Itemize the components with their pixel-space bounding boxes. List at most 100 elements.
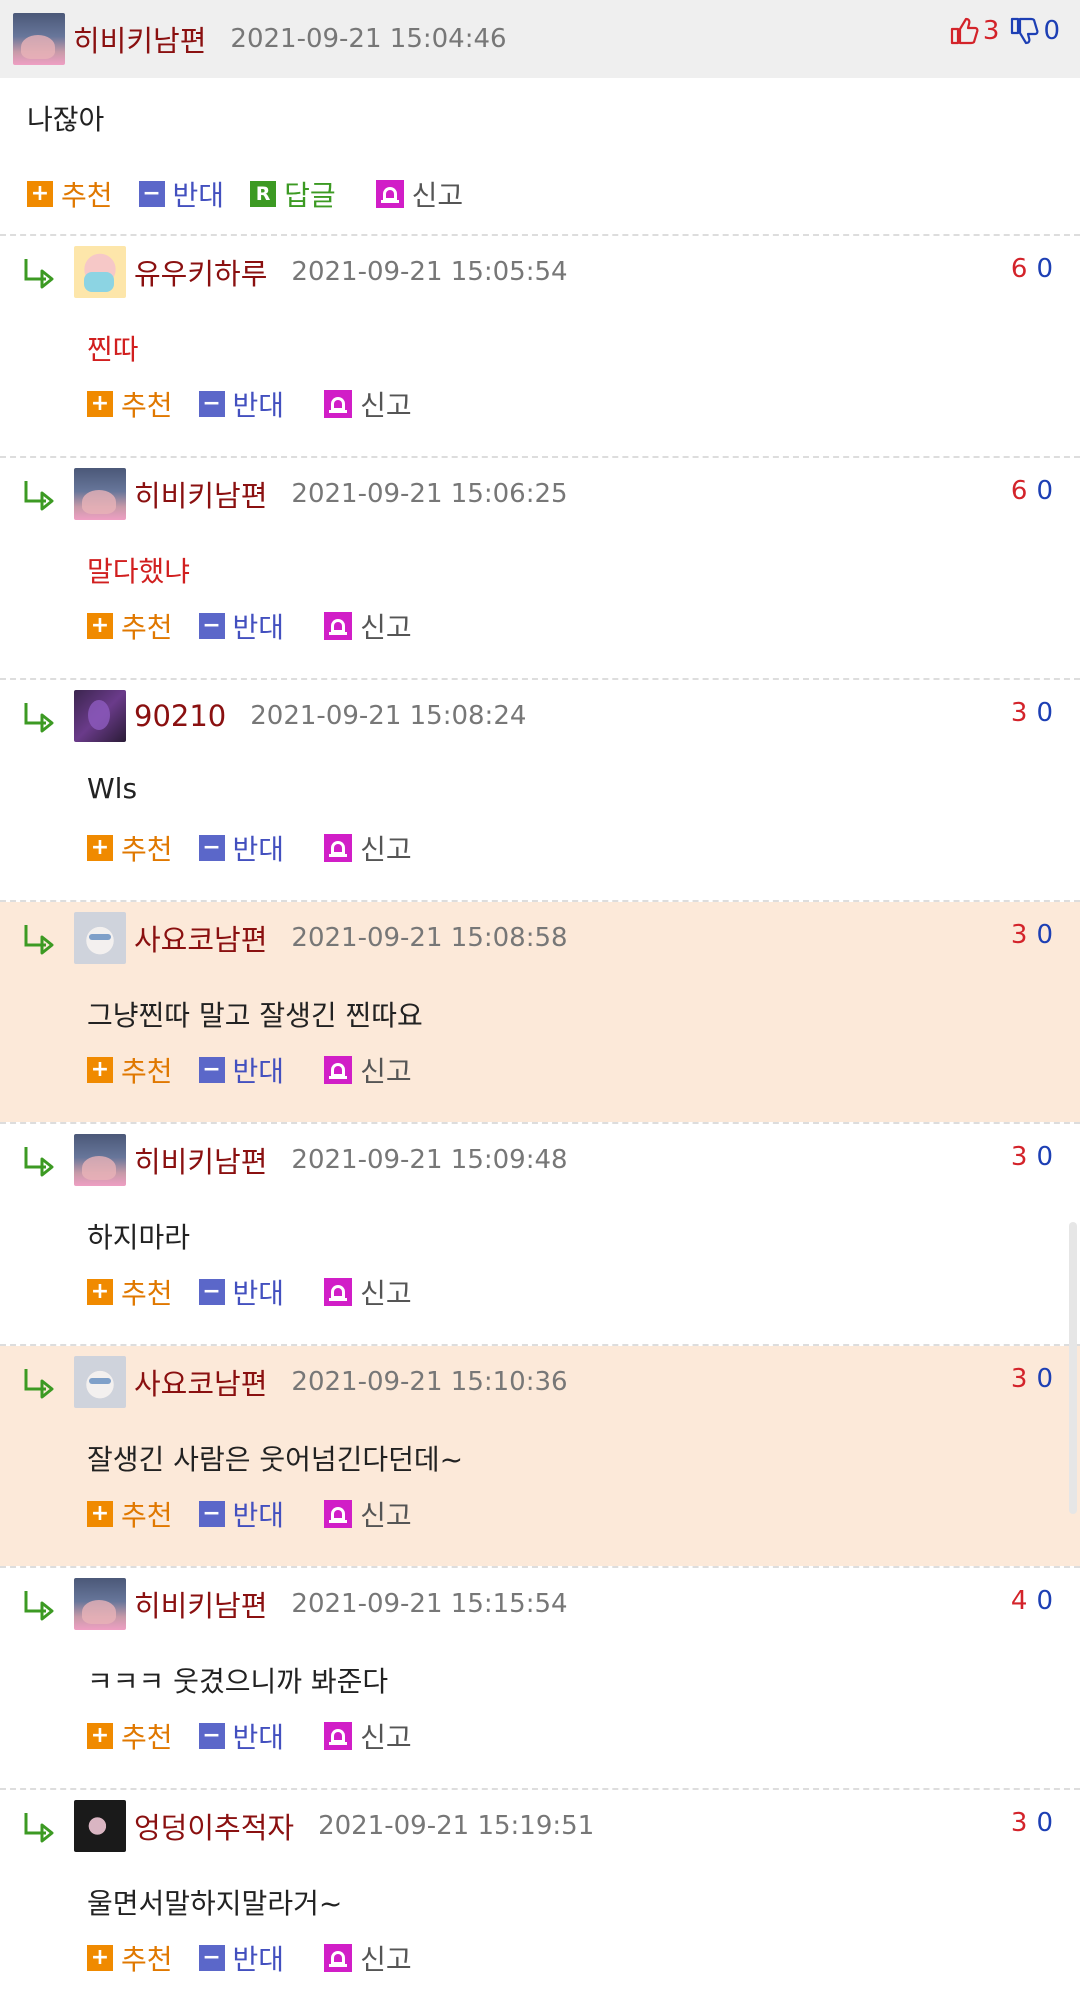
avatar[interactable] xyxy=(74,690,126,742)
report-label: 신고 xyxy=(360,1943,412,1976)
thumbs-down-icon[interactable] xyxy=(1009,16,1039,46)
report-button[interactable]: 신고 xyxy=(324,1494,412,1534)
nickname[interactable]: 유우키하루 xyxy=(134,251,267,293)
plus-icon: + xyxy=(87,1501,113,1527)
report-button[interactable]: 신고 xyxy=(324,1938,412,1978)
reply-item: 엉덩이추적자 2021-09-21 15:19:51 30 울면서말하지말라거~… xyxy=(0,1790,1080,2010)
recommend-button[interactable]: + 추천 xyxy=(87,384,173,424)
reply-arrow-icon xyxy=(24,1813,54,1843)
oppose-button[interactable]: − 반대 xyxy=(198,828,284,868)
comment-body: 찐따 xyxy=(87,333,139,366)
minus-icon: − xyxy=(198,1945,225,1971)
comment-actions: + 추천 − 반대 신고 xyxy=(87,1494,438,1534)
report-label: 신고 xyxy=(411,179,464,212)
reply-button[interactable]: R 답글 xyxy=(250,174,336,214)
oppose-button[interactable]: − 반대 xyxy=(198,384,284,424)
reply-list: 유우키하루 2021-09-21 15:05:54 60 찐따 + 추천 − 반… xyxy=(0,234,1080,2010)
report-button[interactable]: 신고 xyxy=(324,606,412,646)
avatar[interactable] xyxy=(74,246,126,298)
reply-item: 히비키남편 2021-09-21 15:06:25 60 말다했냐 + 추천 −… xyxy=(0,458,1080,678)
nickname[interactable]: 히비키남편 xyxy=(73,18,206,60)
reply-header: 히비키남편 2021-09-21 15:15:54 xyxy=(74,1578,568,1630)
down-count: 0 xyxy=(1036,1142,1056,1172)
recommend-button[interactable]: + 추천 xyxy=(87,1716,173,1756)
oppose-label: 반대 xyxy=(232,1943,285,1976)
oppose-button[interactable]: − 반대 xyxy=(198,1050,284,1090)
report-label: 신고 xyxy=(360,833,412,866)
oppose-button[interactable]: − 반대 xyxy=(198,1716,285,1756)
comment-actions: + 추천 − 반대 신고 xyxy=(87,1716,438,1756)
thumbs-up-icon[interactable] xyxy=(949,16,979,46)
nickname[interactable]: 사요코남편 xyxy=(134,1361,267,1403)
nickname[interactable]: 히비키남편 xyxy=(134,473,267,515)
vote-counts: 40 xyxy=(1011,1586,1056,1616)
nickname[interactable]: 90210 xyxy=(134,699,226,733)
nickname[interactable]: 히비키남편 xyxy=(134,1139,267,1181)
report-label: 신고 xyxy=(360,389,412,422)
plus-icon: + xyxy=(87,391,113,417)
down-count: 0 xyxy=(1036,1808,1056,1838)
avatar[interactable] xyxy=(74,1800,126,1852)
minus-icon: − xyxy=(198,1501,225,1527)
vote-counts: 60 xyxy=(1011,254,1056,284)
report-button[interactable]: 신고 xyxy=(324,1050,412,1090)
avatar[interactable] xyxy=(74,912,126,964)
report-button[interactable]: 신고 xyxy=(375,174,464,214)
recommend-label: 추천 xyxy=(61,179,113,212)
report-button[interactable]: 신고 xyxy=(324,1716,412,1756)
up-count: 6 xyxy=(1010,254,1031,284)
reply-icon: R xyxy=(250,181,277,207)
recommend-button[interactable]: + 추천 xyxy=(87,1050,173,1090)
vote-counts: 3 0 xyxy=(949,16,1060,46)
report-button[interactable]: 신고 xyxy=(324,384,412,424)
report-button[interactable]: 신고 xyxy=(324,828,412,868)
comment-body: 하지마라 xyxy=(87,1221,191,1254)
oppose-button[interactable]: − 반대 xyxy=(198,606,284,646)
recommend-button[interactable]: + 추천 xyxy=(87,606,173,646)
vote-counts: 30 xyxy=(1011,1364,1056,1394)
nickname[interactable]: 히비키남편 xyxy=(134,1583,267,1625)
minus-icon: − xyxy=(198,1279,225,1305)
avatar[interactable] xyxy=(74,468,126,520)
scrollbar[interactable] xyxy=(1069,1222,1077,1514)
avatar[interactable] xyxy=(74,1578,126,1630)
reply-arrow-icon xyxy=(24,1369,54,1399)
oppose-label: 반대 xyxy=(172,179,225,212)
oppose-button[interactable]: − 반대 xyxy=(198,1272,284,1312)
oppose-label: 반대 xyxy=(232,1721,285,1754)
oppose-button[interactable]: − 반대 xyxy=(198,1494,285,1534)
oppose-label: 반대 xyxy=(232,1499,285,1532)
avatar[interactable] xyxy=(74,1134,126,1186)
reply-item: 사요코남편 2021-09-21 15:08:58 30 그냥찐따 말고 잘생긴… xyxy=(0,902,1080,1122)
comment-date: 2021-09-21 15:05:54 xyxy=(291,257,568,287)
nickname[interactable]: 사요코남편 xyxy=(134,917,267,959)
vote-counts: 30 xyxy=(1011,1142,1056,1172)
report-label: 신고 xyxy=(360,1055,412,1088)
avatar[interactable] xyxy=(13,13,65,65)
recommend-button[interactable]: + 추천 xyxy=(87,1938,173,1978)
oppose-button[interactable]: − 반대 xyxy=(198,1938,285,1978)
comment-body: ㅋㅋㅋ 웃겼으니까 봐준다 xyxy=(87,1665,389,1698)
recommend-button[interactable]: + 추천 xyxy=(87,1272,173,1312)
minus-icon: − xyxy=(198,835,225,861)
report-label: 신고 xyxy=(360,1277,412,1310)
siren-icon xyxy=(324,1944,353,1972)
siren-icon xyxy=(375,180,404,208)
vote-counts: 60 xyxy=(1011,476,1056,506)
nickname[interactable]: 엉덩이추적자 xyxy=(134,1805,294,1847)
down-count: 0 xyxy=(1036,254,1056,284)
report-label: 신고 xyxy=(360,611,412,644)
recommend-button[interactable]: + 추천 xyxy=(27,174,113,214)
recommend-button[interactable]: + 추천 xyxy=(87,1494,173,1534)
siren-icon xyxy=(324,1722,353,1750)
report-button[interactable]: 신고 xyxy=(324,1272,412,1312)
comment-actions: + 추천 − 반대 신고 xyxy=(87,1272,438,1312)
reply-header: 사요코남편 2021-09-21 15:10:36 xyxy=(74,1356,568,1408)
comment-body: Wls xyxy=(87,772,138,805)
avatar[interactable] xyxy=(74,1356,126,1408)
plus-icon: + xyxy=(87,1279,113,1305)
reply-item: 히비키남편 2021-09-21 15:09:48 30 하지마라 + 추천 −… xyxy=(0,1124,1080,1344)
recommend-button[interactable]: + 추천 xyxy=(87,828,173,868)
comment-body: 잘생긴 사람은 웃어넘긴다던데~ xyxy=(87,1443,464,1476)
oppose-button[interactable]: − 반대 xyxy=(138,174,225,214)
